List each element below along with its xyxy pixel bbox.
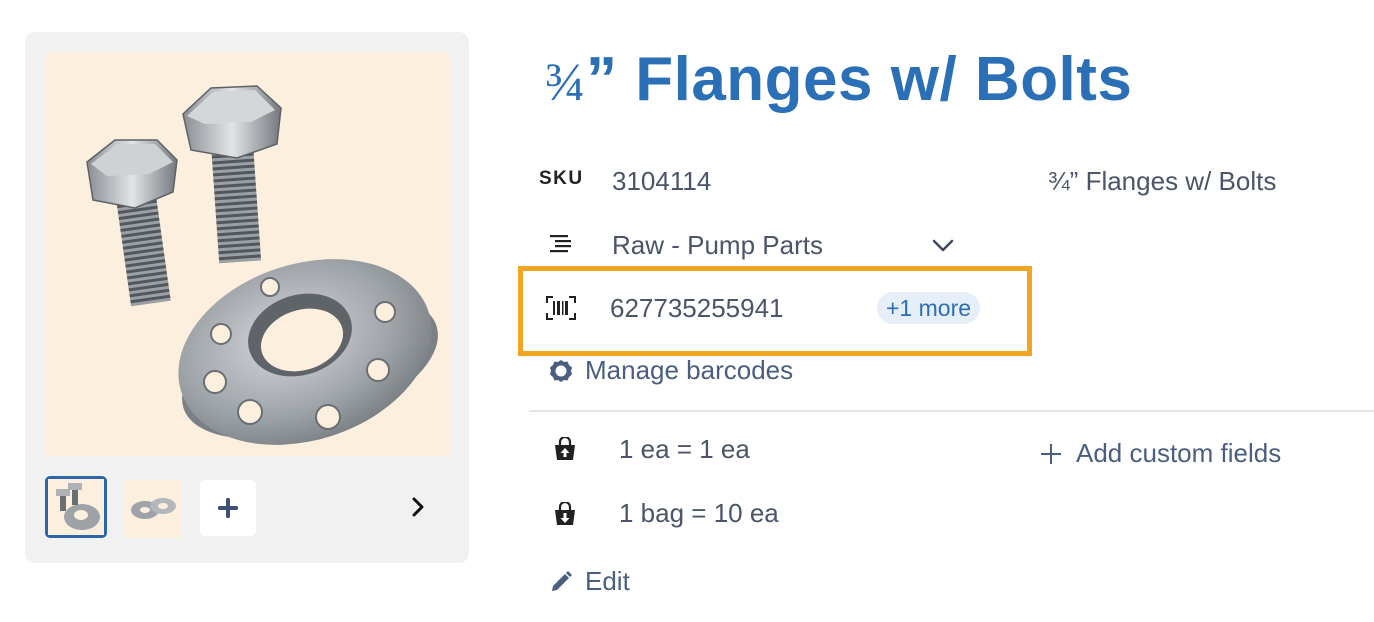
uom-base: 1 ea = 1 ea <box>619 434 750 464</box>
section-divider <box>529 410 1374 412</box>
manage-barcodes-label: Manage barcodes <box>585 355 794 385</box>
next-image-button[interactable] <box>403 492 433 522</box>
add-custom-fields-button[interactable]: Add custom fields <box>1040 438 1281 469</box>
thumbnail-strip <box>45 476 450 538</box>
gear-icon <box>550 359 572 382</box>
sku-value: 3104114 <box>612 166 712 196</box>
edit-label: Edit <box>585 566 630 596</box>
product-main-image[interactable] <box>45 52 450 456</box>
barcode-value: 627735255941 <box>610 293 784 323</box>
chevron-down-icon[interactable] <box>930 232 956 263</box>
thumbnail-2[interactable] <box>123 480 181 538</box>
list-indent-icon <box>549 233 573 260</box>
sku-label: SKU <box>539 168 584 189</box>
title-fraction: ¾ <box>545 52 586 112</box>
bag-arrow-up-icon <box>554 435 576 466</box>
pencil-icon <box>552 570 572 591</box>
add-custom-fields-label: Add custom fields <box>1076 438 1282 468</box>
more-barcodes-badge[interactable]: +1 more <box>877 292 981 324</box>
uom-bag: 1 bag = 10 ea <box>619 498 779 528</box>
plus-icon <box>1041 443 1061 464</box>
bag-arrow-down-icon <box>554 500 576 531</box>
product-title: ¾” Flanges w/ Bolts <box>545 44 1132 115</box>
manage-barcodes-link[interactable]: Manage barcodes <box>549 355 793 386</box>
add-image-button[interactable] <box>200 480 256 536</box>
thumbnail-1-selected[interactable] <box>45 476 107 538</box>
image-gallery <box>25 32 469 563</box>
category-select[interactable]: Raw - Pump Parts <box>612 230 823 261</box>
plus-icon <box>218 498 238 518</box>
product-description: ¾” Flanges w/ Bolts <box>1048 166 1277 196</box>
chevron-right-icon <box>412 497 424 517</box>
barcode-scan-icon <box>546 296 576 325</box>
title-text: ” Flanges w/ Bolts <box>586 45 1133 114</box>
edit-button[interactable]: Edit <box>549 566 630 597</box>
